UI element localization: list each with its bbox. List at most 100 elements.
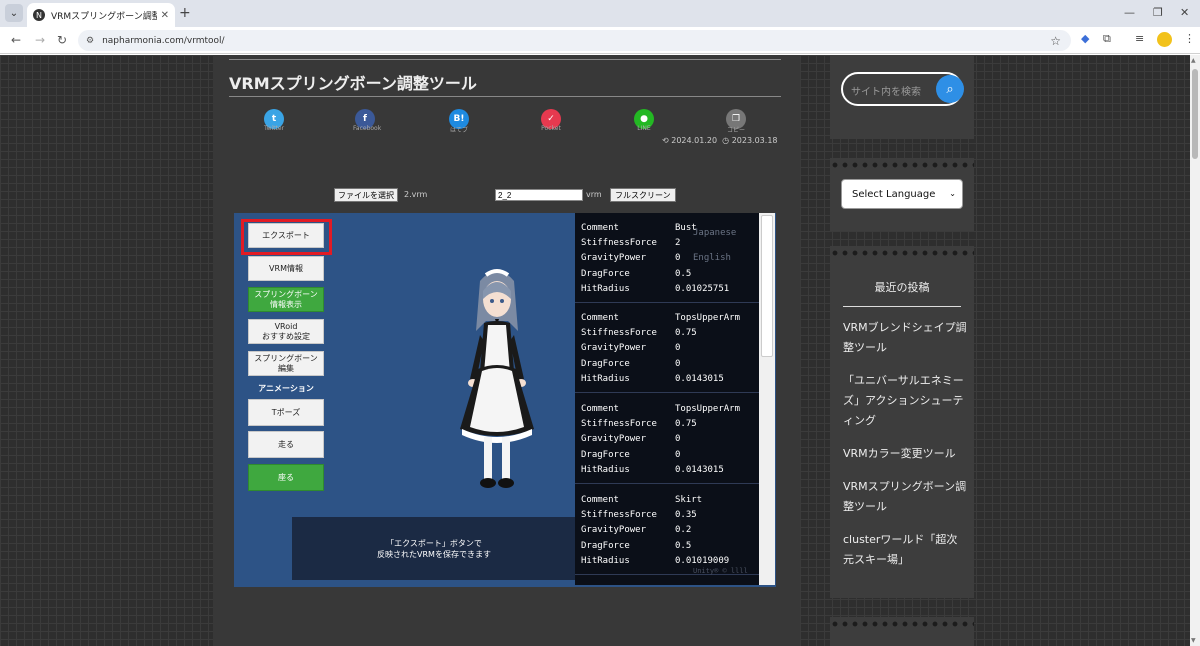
- tab-close-icon[interactable]: ✕: [161, 10, 169, 21]
- page-title: VRMスプリングボーン調整ツール: [229, 74, 477, 93]
- post-dates: ⟲ 2024.01.20 ◷ 2023.03.18: [662, 136, 778, 145]
- dots-divider: [830, 621, 974, 627]
- scroll-down-icon[interactable]: ▼: [1191, 637, 1196, 644]
- radius-value: 0.01025751: [675, 284, 730, 294]
- recent-post-link[interactable]: 「ユニバーサルエネミーズ」アクションシューティング: [843, 371, 967, 431]
- stiffness-value: 0.35: [675, 510, 697, 520]
- comment-value: Skirt: [675, 495, 703, 505]
- vroid-recommended-button[interactable]: VRoid おすすめ設定: [248, 319, 324, 344]
- restore-icon[interactable]: ❐: [1153, 6, 1163, 19]
- chevron-down-icon: ⌄: [949, 189, 956, 198]
- recent-posts-title: 最近の投稿: [874, 281, 930, 294]
- divider: [843, 306, 961, 307]
- menu-kebab-icon[interactable]: ⋮: [1184, 32, 1195, 45]
- spring-bone-entry: Comment TopsUpperArm StiffnessForce 0.75 G…: [575, 396, 759, 484]
- reading-list-icon[interactable]: ≡: [1135, 32, 1144, 45]
- updated-icon: ⟲: [662, 136, 669, 145]
- vrm-avatar-model: [460, 269, 534, 488]
- language-select[interactable]: Select Language ⌄: [841, 179, 963, 209]
- new-tab-button[interactable]: +: [179, 5, 191, 21]
- stiffness-value: 0.75: [675, 419, 697, 429]
- bookmark-star-icon[interactable]: ☆: [1050, 34, 1061, 48]
- export-hint-message: 「エクスポート」ボタンで 反映されたVRMを保存できます: [292, 517, 576, 580]
- comment-value: Bust: [675, 223, 697, 233]
- site-favicon-icon: N: [33, 9, 45, 21]
- share-copy[interactable]: ❐ コピー: [724, 109, 748, 134]
- sit-button[interactable]: 座る: [248, 464, 324, 491]
- page-background: VRMスプリングボーン調整ツール t Twitter f Facebook B!…: [0, 55, 1190, 646]
- gravity-value: 0: [675, 253, 681, 263]
- output-name-input[interactable]: [495, 189, 583, 201]
- spring-bone-edit-button[interactable]: スプリングボーン 編集: [248, 351, 324, 376]
- main-content: VRMスプリングボーン調整ツール t Twitter f Facebook B!…: [213, 55, 800, 646]
- next-widget: [830, 617, 974, 646]
- radius-value: 0.0143015: [675, 374, 724, 384]
- panel-scrollbar[interactable]: [759, 213, 775, 585]
- spring-bone-info-button[interactable]: スプリングボーン 情報表示: [248, 287, 324, 312]
- tab-search-button[interactable]: ⌄: [5, 4, 23, 22]
- share-facebook[interactable]: f Facebook: [353, 109, 381, 132]
- vrm-info-button[interactable]: VRM情報: [248, 256, 324, 281]
- published-date: 2024.01.20: [671, 136, 718, 145]
- animation-label: アニメーション: [258, 384, 314, 393]
- recent-post-link[interactable]: clusterワールド「超次元スキー場」: [843, 530, 967, 570]
- search-input[interactable]: サイト内を検索: [851, 83, 921, 98]
- spring-bone-info-panel[interactable]: Japanese English Comment Bust StiffnessFo…: [575, 213, 775, 585]
- site-info-icon[interactable]: ⚙: [86, 36, 94, 46]
- share-line[interactable]: ● LINE: [632, 109, 656, 132]
- gravity-value: 0: [675, 343, 681, 353]
- drag-value: 0: [675, 359, 681, 369]
- minimize-icon[interactable]: —: [1124, 6, 1135, 19]
- close-window-icon[interactable]: ✕: [1180, 6, 1189, 19]
- page-scrollbar[interactable]: ▲ ▼: [1190, 55, 1200, 646]
- stiffness-value: 0.75: [675, 328, 697, 338]
- omnibox[interactable]: ⚙ napharmonia.com/vrmtool/ ☆: [78, 30, 1071, 51]
- extensions-puzzle-icon[interactable]: ⧉: [1103, 32, 1111, 46]
- extension-label: vrm: [586, 190, 602, 199]
- drag-value: 0.5: [675, 541, 692, 551]
- clock-icon: ◷: [722, 136, 730, 145]
- extension-icon[interactable]: ◆: [1081, 32, 1089, 45]
- scroll-up-icon[interactable]: ▲: [1191, 57, 1196, 64]
- vrm-viewer[interactable]: エクスポート VRM情報 スプリングボーン 情報表示 VRoid おすすめ設定 …: [234, 213, 776, 587]
- share-pocket[interactable]: ✓ Pocket: [539, 109, 563, 132]
- divider: [229, 59, 781, 60]
- fullscreen-button[interactable]: フルスクリーン: [610, 188, 676, 202]
- recent-post-link[interactable]: VRMスプリングボーン調整ツール: [843, 477, 967, 517]
- updated-date: 2023.03.18: [731, 136, 778, 145]
- gravity-value: 0: [675, 434, 681, 444]
- language-widget: Select Language ⌄: [830, 158, 974, 231]
- tab-title: VRMスプリングボーン調整ツール | N: [51, 11, 157, 22]
- panel-scroll-thumb[interactable]: [761, 215, 773, 357]
- share-hatena[interactable]: B! はてブ: [447, 109, 471, 134]
- search-icon[interactable]: ⌕: [936, 75, 964, 103]
- recent-post-link[interactable]: VRMブレンドシェイプ調整ツール: [843, 318, 967, 358]
- recent-posts-widget: 最近の投稿 VRMブレンドシェイプ調整ツール 「ユニバーサルエネミーズ」アクショ…: [830, 246, 974, 598]
- selected-file-name: 2.vrm: [404, 190, 428, 199]
- search-widget: サイト内を検索 ⌕: [830, 55, 974, 139]
- run-button[interactable]: 走る: [248, 431, 324, 458]
- drag-value: 0: [675, 450, 681, 460]
- profile-avatar[interactable]: [1157, 32, 1172, 47]
- site-search-box[interactable]: サイト内を検索 ⌕: [841, 72, 964, 106]
- dots-divider: [830, 162, 974, 168]
- share-twitter[interactable]: t Twitter: [262, 109, 286, 132]
- recent-post-link[interactable]: VRMカラー変更ツール: [843, 444, 967, 464]
- reload-icon[interactable]: ↻: [57, 33, 67, 47]
- tpose-button[interactable]: Tポーズ: [248, 399, 324, 426]
- gravity-value: 0.2: [675, 525, 692, 535]
- radius-value: 0.0143015: [675, 465, 724, 475]
- dots-divider: [830, 250, 974, 256]
- url-text[interactable]: napharmonia.com/vrmtool/: [102, 36, 1050, 46]
- choose-file-button[interactable]: ファイルを選択: [334, 188, 398, 202]
- spring-bone-entry: Comment Bust StiffnessForce 2 GravityPower…: [575, 215, 759, 303]
- radius-value: 0.01019009: [675, 556, 730, 566]
- divider: [229, 96, 781, 97]
- export-highlight-box: [241, 219, 332, 255]
- browser-tab[interactable]: N VRMスプリングボーン調整ツール | N ✕: [27, 3, 175, 27]
- page-scroll-thumb[interactable]: [1192, 69, 1198, 159]
- spring-bone-entry: Comment TopsUpperArm StiffnessForce 0.75 G…: [575, 305, 759, 393]
- back-icon[interactable]: ←: [11, 33, 21, 47]
- spring-bone-entry: Comment Skirt StiffnessForce 0.35 GravityP…: [575, 487, 759, 575]
- forward-icon[interactable]: →: [35, 33, 45, 47]
